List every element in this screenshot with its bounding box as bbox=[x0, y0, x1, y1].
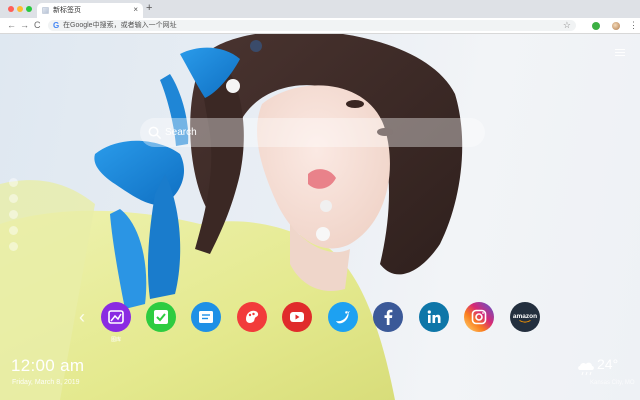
background-photo bbox=[0, 34, 463, 400]
minimize-window-button[interactable] bbox=[17, 6, 23, 12]
side-nav-dot[interactable] bbox=[9, 226, 18, 235]
profile-avatar[interactable] bbox=[612, 22, 620, 30]
google-icon: G bbox=[53, 21, 60, 30]
search-input[interactable] bbox=[165, 124, 465, 140]
gallery-icon bbox=[101, 302, 131, 332]
dock-item-linkedin[interactable] bbox=[419, 302, 449, 332]
maximize-window-button[interactable] bbox=[26, 6, 32, 12]
tab-strip: 新标签页 × + bbox=[0, 0, 640, 18]
dock-item-instagram[interactable] bbox=[464, 302, 494, 332]
cloud-rain-icon bbox=[578, 362, 594, 376]
address-bar-text: 在Google中搜索，或者输入一个网址 bbox=[63, 22, 177, 29]
browser-toolbar: ← → C G 在Google中搜索，或者输入一个网址 ☆ ⋮ bbox=[0, 18, 640, 34]
side-nav-dot[interactable] bbox=[9, 210, 18, 219]
youtube-icon bbox=[282, 302, 312, 332]
side-nav-dot[interactable] bbox=[9, 242, 18, 251]
reload-icon[interactable]: C bbox=[34, 20, 41, 31]
twitter-icon bbox=[328, 302, 358, 332]
dock-item-amazon[interactable]: amazon bbox=[510, 302, 540, 332]
dock-item-facebook[interactable] bbox=[373, 302, 403, 332]
browser-menu-icon[interactable]: ⋮ bbox=[629, 19, 638, 31]
bookmark-star-icon[interactable]: ☆ bbox=[563, 20, 571, 30]
tab-new-tab[interactable]: 新标签页 × bbox=[37, 3, 143, 18]
tab-favicon-icon bbox=[42, 7, 49, 14]
tab-title: 新标签页 bbox=[53, 7, 81, 14]
dock-item-games[interactable] bbox=[237, 302, 267, 332]
side-nav-dot[interactable] bbox=[9, 194, 18, 203]
forward-icon[interactable]: → bbox=[20, 20, 29, 31]
clock-date: Friday, March 8, 2019 bbox=[12, 379, 80, 386]
new-tab-button[interactable]: + bbox=[146, 2, 152, 15]
back-icon[interactable]: ← bbox=[7, 20, 16, 31]
instagram-icon bbox=[464, 302, 494, 332]
search-bar[interactable] bbox=[140, 118, 485, 147]
tab-close-icon[interactable]: × bbox=[133, 5, 138, 15]
amazon-icon: amazon bbox=[510, 302, 540, 332]
close-window-button[interactable] bbox=[8, 6, 14, 12]
side-nav-dot[interactable] bbox=[9, 178, 18, 187]
settings-menu-icon[interactable] bbox=[615, 49, 625, 57]
dock-item-gallery[interactable] bbox=[101, 302, 131, 332]
extension-icon[interactable] bbox=[592, 22, 600, 30]
weather-location: Kansas City, MO bbox=[590, 380, 635, 386]
side-navigation bbox=[9, 178, 19, 258]
previous-page-arrow-icon[interactable]: ‹ bbox=[79, 307, 85, 327]
dock-item-tasks[interactable] bbox=[146, 302, 176, 332]
dock-item-gallery-label: 图库 bbox=[110, 337, 121, 343]
dock-item-twitter[interactable] bbox=[328, 302, 358, 332]
search-icon bbox=[148, 126, 161, 139]
dock-item-youtube[interactable] bbox=[282, 302, 312, 332]
address-bar[interactable]: G 在Google中搜索，或者输入一个网址 ☆ bbox=[48, 20, 576, 31]
notes-icon bbox=[191, 302, 221, 332]
new-tab-page: ‹ 图库 bbox=[0, 34, 640, 400]
amazon-wordmark: amazon bbox=[513, 313, 537, 320]
clock-time: 12:00 am bbox=[11, 356, 85, 375]
checklist-icon bbox=[146, 302, 176, 332]
palette-icon bbox=[237, 302, 267, 332]
linkedin-icon bbox=[419, 302, 449, 332]
weather-temperature: 24° bbox=[597, 356, 619, 372]
dock-item-notes[interactable] bbox=[191, 302, 221, 332]
facebook-icon bbox=[373, 302, 403, 332]
